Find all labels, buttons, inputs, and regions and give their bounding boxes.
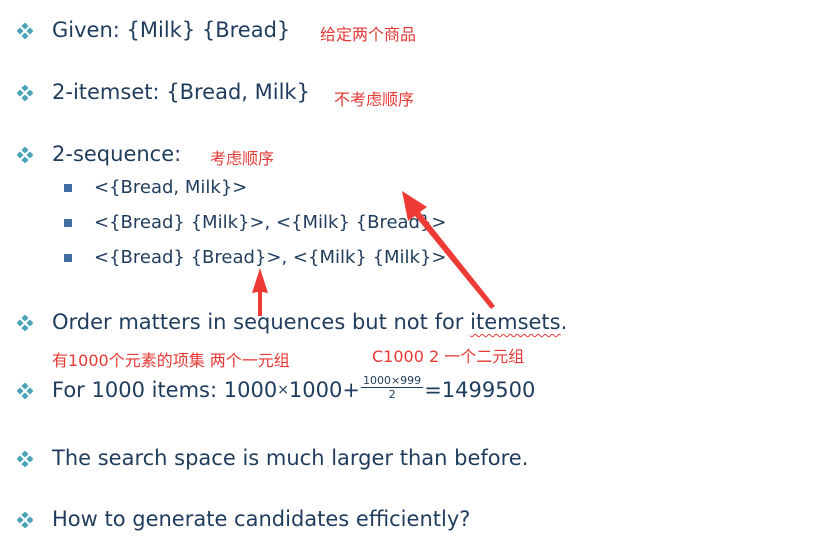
slide: Given: {Milk} {Bread} 给定两个商品 2-itemset: … [0, 0, 824, 548]
up-arrow-icon [252, 268, 268, 316]
annotation-arrows [252, 191, 495, 316]
diagonal-arrow-icon [402, 191, 495, 309]
